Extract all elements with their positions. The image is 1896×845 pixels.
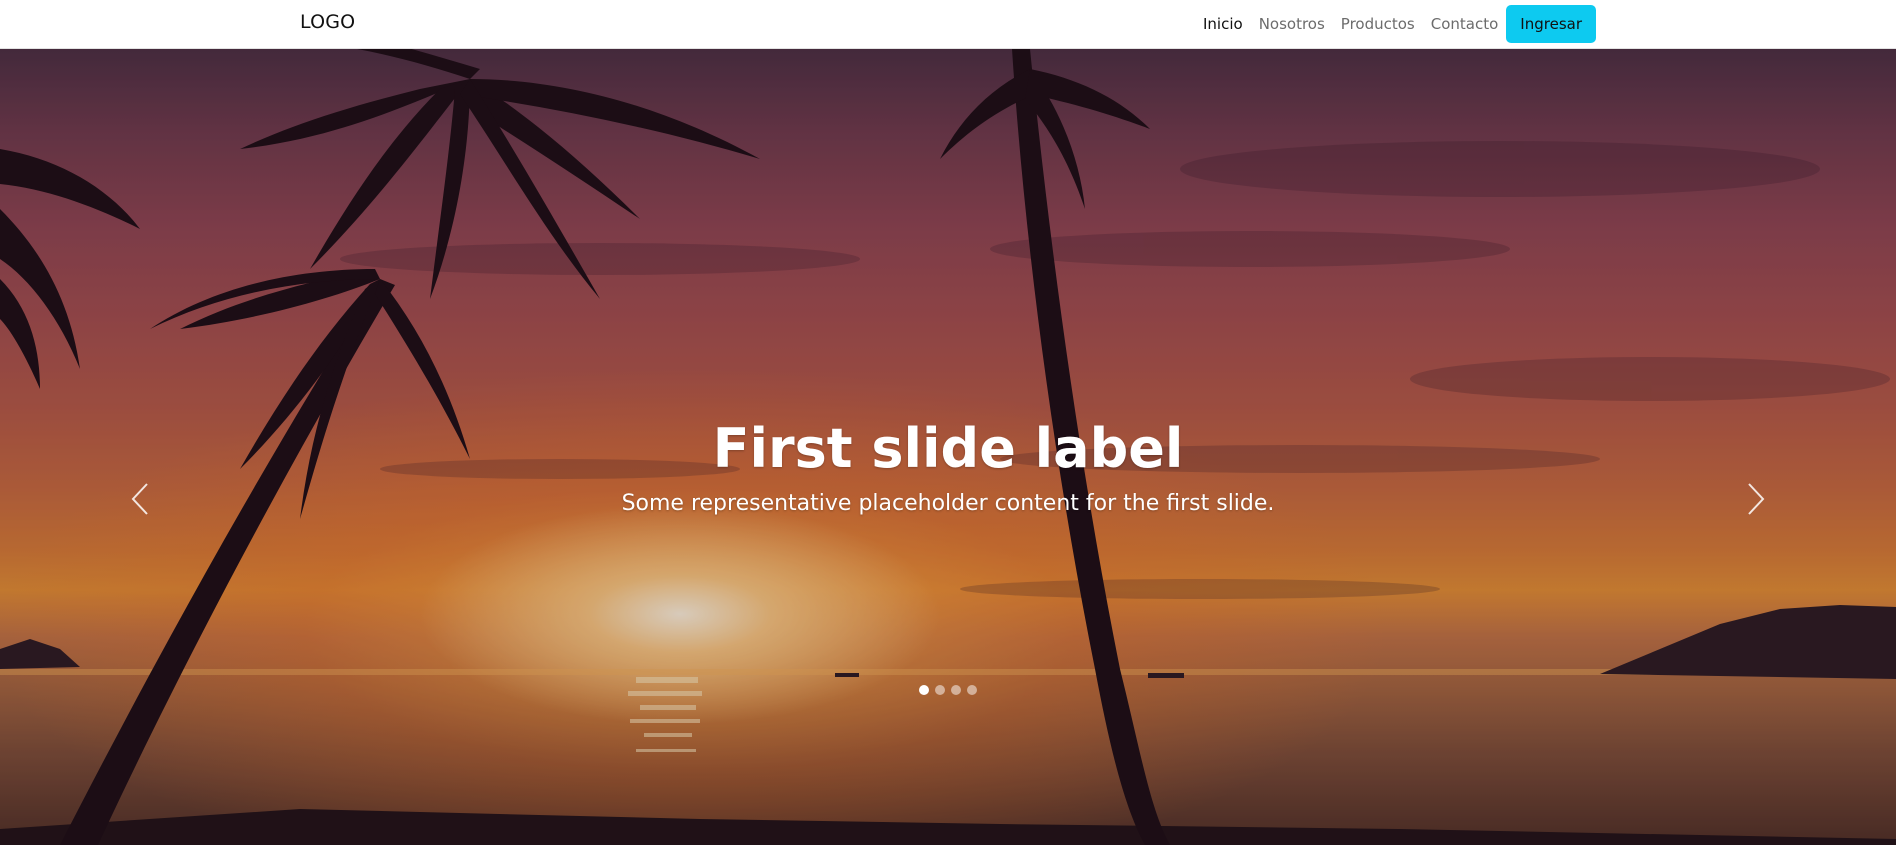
slide-description: Some representative placeholder content … xyxy=(621,491,1275,516)
carousel-indicator[interactable] xyxy=(919,685,929,695)
nav-links: Inicio Nosotros Productos Contacto Ingre… xyxy=(1195,0,1596,48)
logo-link[interactable]: LOGO xyxy=(300,11,355,33)
nav-link-inicio[interactable]: Inicio xyxy=(1195,4,1251,44)
nav-link-nosotros[interactable]: Nosotros xyxy=(1251,4,1333,44)
slide-title: First slide label xyxy=(712,417,1184,480)
nav-link-productos[interactable]: Productos xyxy=(1333,4,1423,44)
carousel-indicator[interactable] xyxy=(951,685,961,695)
carousel-indicator[interactable] xyxy=(935,685,945,695)
slide-caption: First slide label Some representative pl… xyxy=(0,417,1896,519)
navbar: LOGO Inicio Nosotros Productos Contacto … xyxy=(0,0,1896,49)
carousel-next-button[interactable] xyxy=(1726,469,1786,529)
nav-link-contacto[interactable]: Contacto xyxy=(1423,4,1507,44)
hero-carousel: First slide label Some representative pl… xyxy=(0,49,1896,845)
carousel-indicators xyxy=(0,685,1896,695)
chevron-right-icon xyxy=(1748,483,1765,515)
carousel-indicator[interactable] xyxy=(967,685,977,695)
login-button[interactable]: Ingresar xyxy=(1506,5,1596,43)
